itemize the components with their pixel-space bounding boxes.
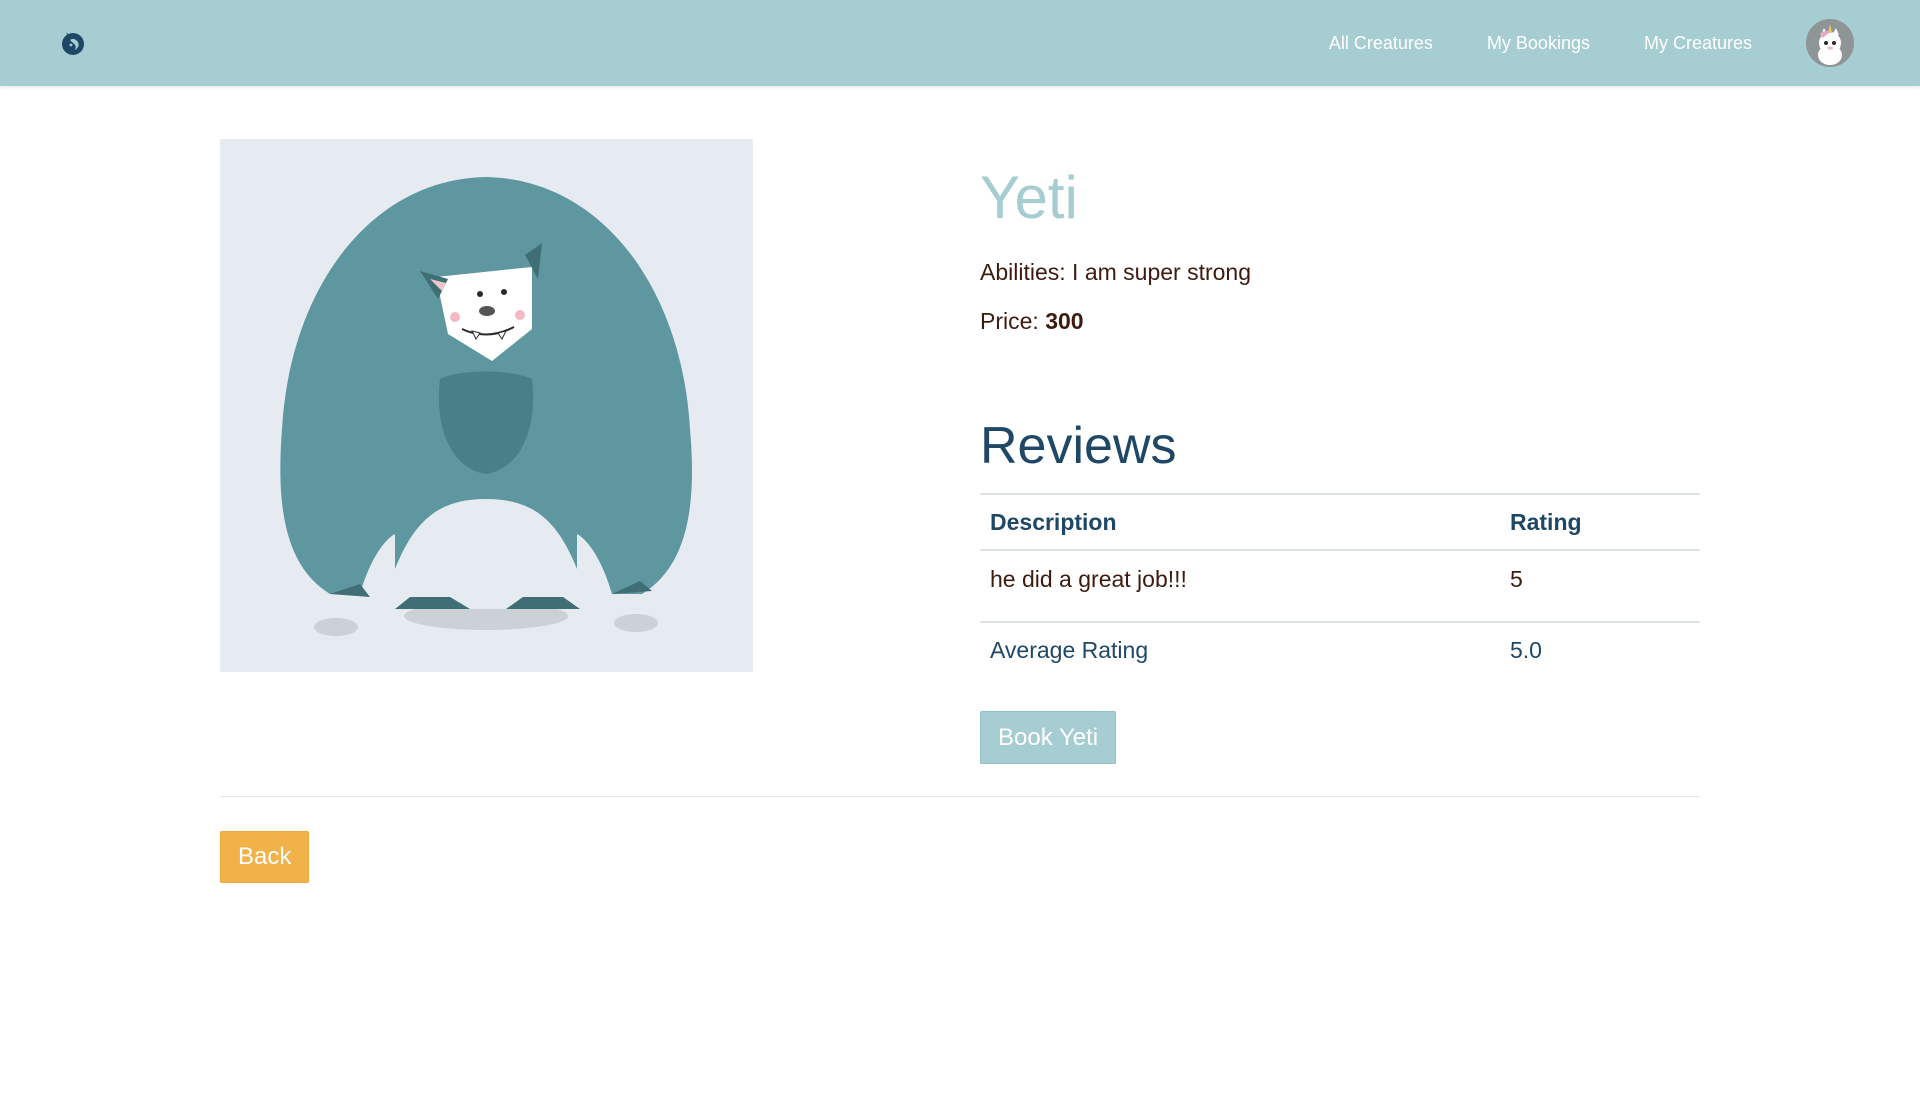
navbar: All Creatures My Bookings My Creatures: [0, 0, 1920, 86]
average-rating-row: Average Rating 5.0: [980, 622, 1700, 678]
average-rating-label: Average Rating: [990, 637, 1149, 663]
review-description: he did a great job!!!: [990, 566, 1187, 592]
reviews-title: Reviews: [980, 417, 1177, 475]
unicorn-logo-icon[interactable]: [58, 28, 88, 58]
column-rating: Rating: [1510, 508, 1582, 535]
divider: [220, 796, 1700, 797]
abilities-value: I am super strong: [1072, 259, 1252, 285]
abilities-line: Abilities: I am super strong: [980, 259, 1251, 286]
back-button[interactable]: Back: [220, 831, 310, 883]
price-value: 300: [1045, 308, 1084, 334]
table-row: he did a great job!!! 5: [980, 550, 1700, 608]
reviews-header-row: Description Rating: [980, 494, 1700, 550]
price-label: Price:: [980, 308, 1039, 334]
abilities-label: Abilities:: [980, 259, 1066, 285]
review-rating: 5: [1510, 566, 1523, 592]
average-rating-value: 5.0: [1510, 637, 1542, 663]
reviews-table: Description Rating he did a great job!!!…: [980, 493, 1700, 678]
table-spacer: [980, 608, 1700, 622]
nav-link-all-creatures[interactable]: All Creatures: [1329, 33, 1433, 54]
creature-name: Yeti: [980, 164, 1078, 231]
book-button[interactable]: Book Yeti: [980, 711, 1117, 764]
nav-links: All Creatures My Bookings My Creatures: [1329, 0, 1920, 86]
price-line: Price: 300: [980, 308, 1084, 335]
unicorn-avatar-icon[interactable]: [1806, 19, 1854, 67]
column-description: Description: [990, 508, 1117, 535]
yeti-illustration: [220, 139, 753, 672]
nav-link-my-creatures[interactable]: My Creatures: [1644, 33, 1752, 54]
nav-link-my-bookings[interactable]: My Bookings: [1487, 33, 1590, 54]
